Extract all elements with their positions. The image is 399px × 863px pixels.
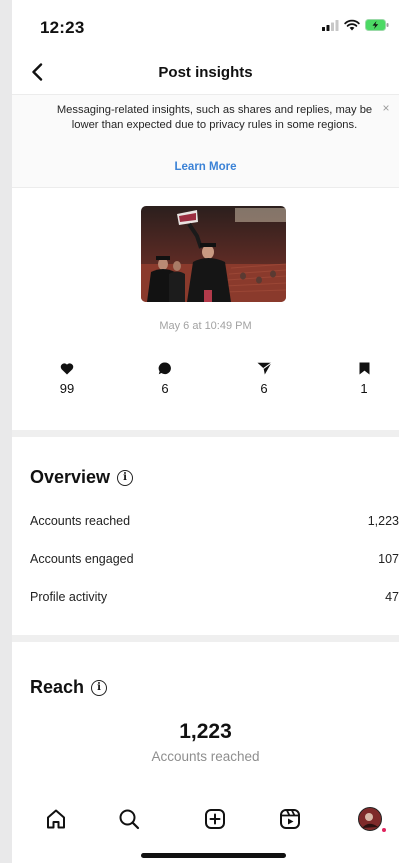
metric-value: 107	[378, 552, 399, 566]
overview-section-title: Overview i	[30, 467, 134, 488]
comment-icon	[158, 362, 171, 375]
home-indicator	[141, 853, 286, 858]
nav-bar: Post insights	[12, 52, 399, 94]
bookmark-icon	[359, 362, 369, 375]
stat-comments: 6	[145, 362, 185, 396]
page-title: Post insights	[158, 64, 253, 81]
privacy-notice-banner: Messaging-related insights, such as shar…	[12, 94, 399, 188]
reach-title: Reach	[30, 677, 85, 697]
metric-row-accounts-reached[interactable]: Accounts reached 1,223	[30, 514, 399, 534]
status-icons	[322, 19, 389, 31]
info-icon[interactable]: i	[117, 469, 134, 486]
reach-section-title: Reach i	[30, 677, 108, 698]
post-thumbnail[interactable]	[141, 206, 286, 302]
comments-count: 6	[161, 381, 169, 396]
tab-profile[interactable]	[356, 805, 384, 833]
metric-label: Profile activity	[30, 590, 108, 604]
info-icon[interactable]: i	[91, 679, 108, 696]
phone-screen: 12:23 Post insights Messaging-related in…	[12, 0, 399, 863]
metric-row-profile-activity[interactable]: Profile activity 47	[30, 590, 399, 610]
metric-value: 47	[385, 590, 399, 604]
reels-icon	[280, 809, 300, 829]
status-bar: 12:23	[12, 0, 399, 52]
post-stats-row: 99 6 6 1	[12, 362, 399, 406]
bottom-tab-bar	[12, 789, 399, 863]
shares-count: 6	[260, 381, 268, 396]
close-icon[interactable]: ×	[379, 101, 393, 115]
search-icon	[119, 809, 140, 830]
tab-home[interactable]	[42, 805, 70, 833]
wifi-icon	[344, 19, 360, 31]
create-icon	[205, 809, 225, 829]
metric-label: Accounts engaged	[30, 552, 134, 566]
overview-title: Overview	[30, 467, 111, 487]
notice-text: Messaging-related insights, such as shar…	[56, 104, 373, 131]
home-icon	[47, 809, 65, 829]
tab-create[interactable]	[201, 805, 229, 833]
section-divider	[12, 635, 399, 642]
share-icon	[257, 362, 272, 375]
reach-caption: Accounts reached	[151, 749, 260, 764]
saves-count: 1	[360, 381, 368, 396]
tab-search[interactable]	[115, 805, 143, 833]
post-image	[141, 206, 286, 302]
section-divider	[12, 430, 399, 437]
heart-icon	[60, 363, 74, 375]
signal-icon	[322, 19, 339, 31]
battery-icon	[365, 19, 389, 31]
likes-count: 99	[59, 381, 75, 396]
notification-dot	[382, 828, 386, 832]
stat-saves: 1	[344, 362, 384, 396]
metric-label: Accounts reached	[30, 514, 131, 528]
reach-total-value: 1,223	[179, 720, 232, 743]
tab-reels[interactable]	[276, 805, 304, 833]
learn-more-link[interactable]: Learn More	[12, 161, 399, 173]
stat-shares: 6	[244, 362, 284, 396]
metric-row-accounts-engaged[interactable]: Accounts engaged 107	[30, 552, 399, 572]
metric-value: 1,223	[367, 514, 399, 528]
stat-likes: 99	[47, 362, 87, 396]
profile-avatar	[358, 807, 382, 831]
post-date: May 6 at 10:49 PM	[159, 320, 252, 332]
status-time: 12:23	[40, 18, 85, 37]
